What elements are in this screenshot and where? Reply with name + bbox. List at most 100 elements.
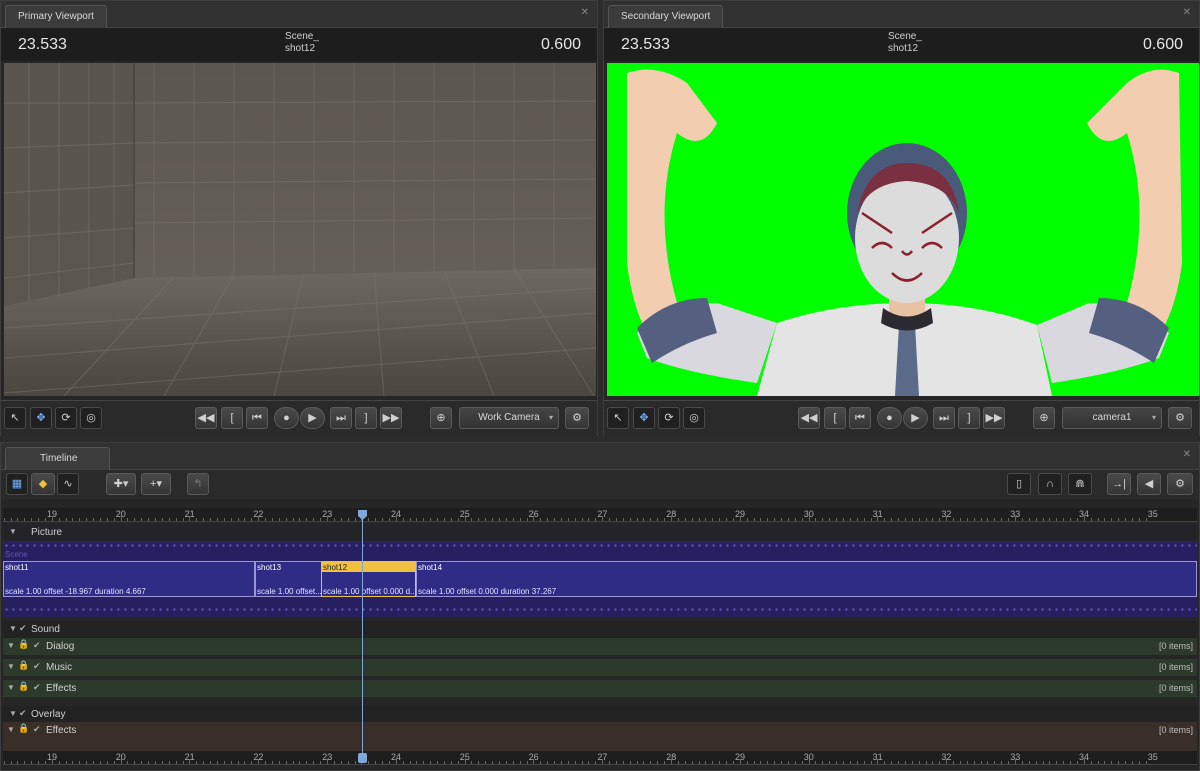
speaker-icon[interactable]: ◀ [1137,473,1161,495]
playhead-handle-bottom[interactable] [358,753,367,763]
primary-camera-select[interactable]: Work Camera ▾ [459,407,559,429]
ruler-tick-mark [904,518,906,521]
fast-forward-button[interactable]: ▶▶ [380,407,402,429]
ruler-tick-mark [388,518,390,521]
collapse-arrow-icon[interactable]: ▼ [7,662,15,671]
camera-target-icon[interactable]: ⊕ [430,407,452,429]
record-button[interactable]: ● [274,407,299,429]
mark-out-button[interactable]: ] [355,407,377,429]
check-icon[interactable]: ✔ [33,682,41,693]
next-frame-button[interactable]: ⏭ [933,407,955,429]
ruler-tick-mark [650,518,652,521]
check-icon[interactable]: ✔ [33,661,41,672]
orbit-tool-icon[interactable]: ◎ [80,407,102,429]
playhead-line[interactable] [362,514,363,763]
play-button[interactable]: ▶ [300,407,325,429]
rewind-button[interactable]: ◀◀ [195,407,217,429]
check-icon[interactable]: ✔ [19,708,27,719]
graph-editor-icon[interactable]: ∿ [57,473,79,495]
next-frame-button[interactable]: ⏭ [330,407,352,429]
lock-icon[interactable]: 🔒 [18,723,29,734]
lock-icon[interactable]: 🔒 [18,639,29,650]
timeline-tabbar: Timeline ✕ [1,443,1199,470]
close-icon[interactable]: ✕ [1183,449,1191,460]
collapse-arrow-icon[interactable]: ▼ [9,527,17,536]
primary-viewport-tab[interactable]: Primary Viewport [5,5,107,28]
overlay-header[interactable]: ▼ ✔ Overlay [3,706,1197,723]
move-tool-icon[interactable]: ✥ [633,407,655,429]
up-arrow-icon[interactable]: ↰ [187,473,209,495]
clip-shot12-selected[interactable]: shot12 scale 1.00 offset 0.000 d... [321,561,416,597]
close-icon[interactable]: ✕ [581,7,589,18]
collapse-arrow-icon[interactable]: ▼ [7,683,15,692]
select-tool-icon[interactable]: ↖ [607,407,629,429]
snap-magnet-icon[interactable]: ⋒ [1068,473,1092,495]
record-button[interactable]: ● [877,407,902,429]
vertical-splitter[interactable] [598,0,603,436]
ruler-tick-mark [443,518,445,521]
ruler-tick-mark [801,518,803,521]
mark-out-button[interactable]: ] [958,407,980,429]
gear-icon[interactable]: ⚙ [1167,473,1193,495]
dialog-track[interactable]: ▼ 🔒 ✔ Dialog [0 items] [3,638,1197,655]
sound-header[interactable]: ▼ ✔ Sound [3,621,1197,638]
ruler-tick-mark [327,759,328,764]
fast-forward-button[interactable]: ▶▶ [983,407,1005,429]
collapse-arrow-icon[interactable]: ▼ [7,725,15,734]
move-tool-icon[interactable]: ✥ [30,407,52,429]
lock-icon[interactable]: 🔒 [18,660,29,671]
goto-end-icon[interactable]: →| [1107,473,1131,495]
collapse-arrow-icon[interactable]: ▼ [7,641,15,650]
keyframe-icon[interactable]: ▯ [1007,473,1031,495]
check-icon[interactable]: ✔ [33,640,41,651]
insert-shot-button[interactable]: ✚▾ [106,473,136,495]
play-button[interactable]: ▶ [903,407,928,429]
prev-frame-button[interactable]: ⏮ [246,407,268,429]
primary-scene-line1: Scene_ [285,31,319,42]
timeline-tab[interactable]: Timeline [5,447,111,470]
ruler-tick-mark [230,518,232,521]
ruler-tick-label: 35 [1147,509,1158,519]
primary-3d-view[interactable] [4,63,596,396]
ruler-tick-mark [457,761,459,764]
gear-icon[interactable]: ⚙ [565,407,589,429]
orbit-tool-icon[interactable]: ◎ [683,407,705,429]
motion-editor-icon[interactable]: ◆ [31,473,55,495]
secondary-viewport-tab[interactable]: Secondary Viewport [608,5,724,28]
close-icon[interactable]: ✕ [1183,7,1191,18]
picture-header[interactable]: ▼ Picture [3,524,1197,541]
music-track[interactable]: ▼ 🔒 ✔ Music [0 items] [3,659,1197,676]
rewind-button[interactable]: ◀◀ [798,407,820,429]
effects-track[interactable]: ▼ 🔒 ✔ Effects [0 items] [3,680,1197,697]
secondary-camera-view[interactable] [607,63,1199,396]
mark-in-button[interactable]: [ [221,407,243,429]
ruler-tick-mark [1097,761,1099,764]
select-tool-icon[interactable]: ↖ [4,407,26,429]
ruler-tick-mark [141,761,143,764]
clip-shot14[interactable]: shot14 scale 1.00 offset 0.000 duration … [416,561,1197,597]
magnet-icon[interactable]: ∩ [1038,473,1062,495]
timeline-ruler-top[interactable]: 19 20 21 22 23 24 25 26 27 28 29 30 31 32 33 34 35 [3,508,1197,522]
timeline-ruler-bottom[interactable]: 19 20 21 22 23 24 25 26 27 28 29 30 31 32 33 34 35 [3,751,1197,765]
ruler-tick-mark [512,518,514,521]
gear-icon[interactable]: ⚙ [1168,407,1192,429]
collapse-arrow-icon[interactable]: ▼ [9,709,17,718]
secondary-camera-select[interactable]: camera1 ▾ [1062,407,1162,429]
check-icon[interactable]: ✔ [19,623,27,634]
ruler-tick-mark [1008,761,1010,764]
check-icon[interactable]: ✔ [33,724,41,735]
rotate-tool-icon[interactable]: ⟳ [55,407,77,429]
lock-icon[interactable]: 🔒 [18,681,29,692]
collapse-arrow-icon[interactable]: ▼ [9,624,17,633]
mark-in-button[interactable]: [ [824,407,846,429]
rotate-tool-icon[interactable]: ⟳ [658,407,680,429]
clip-shot11[interactable]: shot11 scale 1.00 offset -18.967 duratio… [3,561,255,597]
clip-editor-icon[interactable]: ▦ [6,473,28,495]
overlay-effects-track[interactable]: ▼ 🔒 ✔ Effects [0 items] [3,722,1197,739]
add-track-button[interactable]: +▾ [141,473,171,495]
ruler-tick-mark [1001,518,1003,521]
camera-target-icon[interactable]: ⊕ [1033,407,1055,429]
prev-frame-button[interactable]: ⏮ [849,407,871,429]
ruler-tick-mark [93,761,95,764]
clip-shot13[interactable]: shot13 scale 1.00 offset... [255,561,322,597]
